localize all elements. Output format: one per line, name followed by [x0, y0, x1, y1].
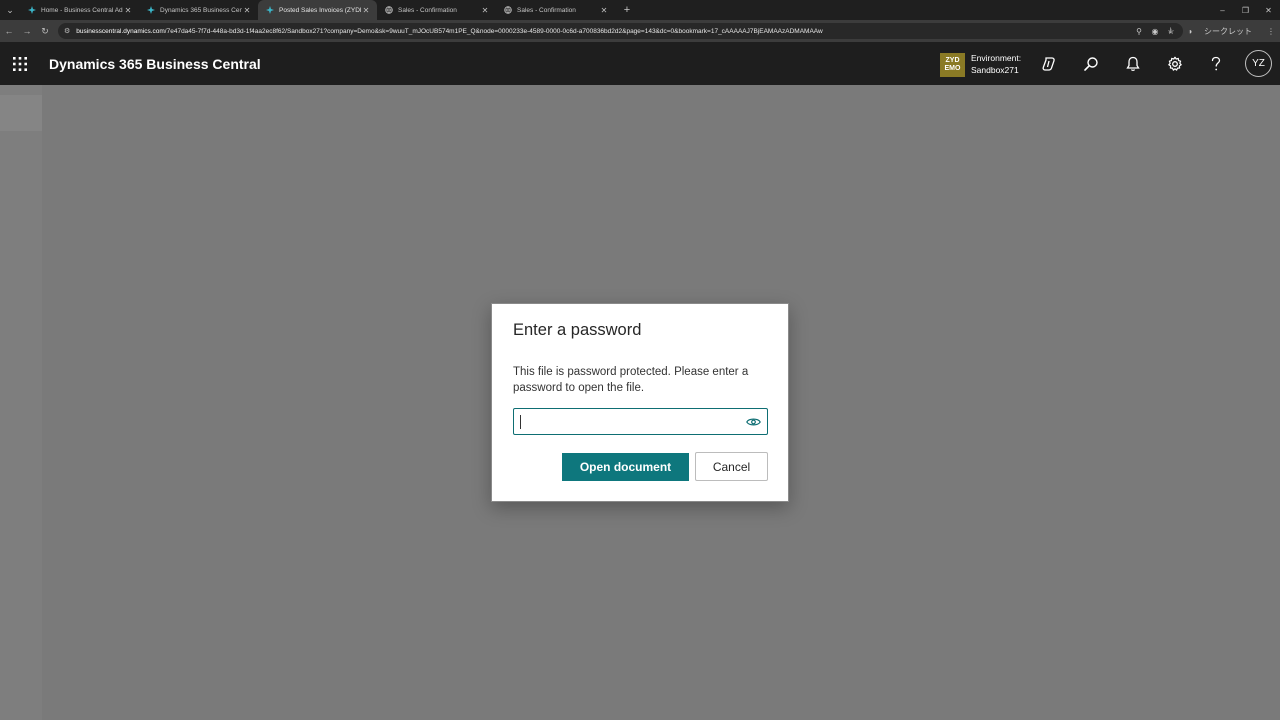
tab-label: Sales - Confirmation — [398, 6, 457, 14]
password-input[interactable] — [513, 408, 768, 435]
bc-icon — [266, 6, 274, 14]
browser-tab[interactable]: Sales - Confirmation ✕ — [496, 0, 615, 20]
browser-menu-icon[interactable]: ⋮ — [1262, 27, 1280, 36]
tab-label: Posted Sales Invoices (ZYDEMO — [279, 6, 361, 14]
browser-tab[interactable]: Home - Business Central Admin ✕ — [20, 0, 139, 20]
globe-icon — [385, 6, 393, 14]
url-host: businesscentral.dynamics.com — [76, 27, 165, 35]
show-password-eye-icon[interactable] — [745, 415, 761, 429]
incognito-icon: ◑ — [1187, 26, 1193, 36]
password-dialog: Enter a password This file is password p… — [491, 303, 789, 502]
url-text[interactable]: businesscentral.dynamics.com/7e47da45-7f… — [76, 28, 1131, 35]
cancel-button[interactable]: Cancel — [695, 452, 768, 481]
bc-icon — [147, 6, 155, 14]
dialog-message: This file is password protected. Please … — [513, 366, 749, 394]
site-info-icon[interactable]: ⚙ — [64, 27, 70, 35]
settings-gear-icon[interactable] — [1155, 42, 1195, 85]
tab-close-icon[interactable]: ✕ — [242, 6, 252, 15]
tab-label: Sales - Confirmation — [517, 6, 576, 14]
environment-badge-line2: EMO — [944, 65, 961, 72]
notifications-bell-icon[interactable] — [1113, 42, 1153, 85]
minimize-icon[interactable]: – — [1211, 0, 1234, 20]
incognito-indicator[interactable]: ◑ シークレット — [1177, 26, 1262, 37]
environment-name: Sandbox271 — [971, 65, 1019, 75]
eye-off-icon[interactable]: ◉ — [1147, 27, 1163, 36]
tab-label: Home - Business Central Admin — [41, 6, 123, 14]
copilot-icon[interactable] — [1029, 42, 1069, 85]
navigation-selected-item — [0, 95, 42, 131]
new-tab-icon[interactable]: + — [619, 4, 635, 16]
app-title[interactable]: Dynamics 365 Business Central — [49, 56, 261, 72]
zoom-icon[interactable]: ⚲ — [1131, 27, 1147, 36]
tab-search-chevron-icon[interactable]: ⌄ — [0, 0, 20, 20]
reload-icon[interactable]: ↻ — [36, 20, 54, 42]
tab-close-icon[interactable]: ✕ — [361, 6, 371, 15]
dialog-title: Enter a password — [513, 321, 642, 339]
browser-tab[interactable]: Sales - Confirmation ✕ — [377, 0, 496, 20]
restore-icon[interactable]: ❐ — [1234, 0, 1257, 20]
browser-tab-strip: ⌄ Home - Business Central Admin ✕ Dynami… — [0, 0, 1280, 20]
tab-close-icon[interactable]: ✕ — [599, 6, 609, 15]
navigation-strip — [0, 85, 42, 720]
environment-info[interactable]: Environment: Sandbox271 — [971, 52, 1021, 76]
app-launcher-icon[interactable] — [0, 42, 40, 85]
tab-close-icon[interactable]: ✕ — [480, 6, 490, 15]
bc-icon — [28, 6, 36, 14]
download-icon[interactable]: ⤓ — [1164, 26, 1178, 36]
search-icon[interactable] — [1071, 42, 1111, 85]
back-icon[interactable]: ← — [0, 20, 18, 42]
text-caret — [520, 415, 521, 429]
incognito-label: シークレット — [1204, 26, 1252, 36]
window-controls: – ❐ ✕ — [1211, 0, 1280, 20]
browser-tab-active[interactable]: Posted Sales Invoices (ZYDEMO ✕ — [258, 0, 377, 20]
environment-badge-line1: ZYD — [945, 57, 960, 64]
address-bar[interactable]: ⚙ businesscentral.dynamics.com/7e47da45-… — [58, 23, 1183, 39]
browser-toolbar: ← → ↻ ⚙ businesscentral.dynamics.com/7e4… — [0, 20, 1280, 42]
url-path: /7e47da45-7f7d-448a-bd3d-1f4aa2ec8f62/Sa… — [164, 27, 823, 35]
environment-badge[interactable]: ZYD EMO — [940, 53, 965, 77]
environment-label: Environment: — [971, 53, 1022, 63]
forward-icon[interactable]: → — [18, 20, 36, 42]
user-avatar[interactable]: YZ — [1245, 50, 1272, 77]
open-document-button[interactable]: Open document — [562, 453, 689, 481]
tab-label: Dynamics 365 Business Central — [160, 6, 242, 14]
globe-icon — [504, 6, 512, 14]
tab-close-icon[interactable]: ✕ — [123, 6, 133, 15]
browser-tab[interactable]: Dynamics 365 Business Central ✕ — [139, 0, 258, 20]
app-header: Dynamics 365 Business Central ZYD EMO En… — [0, 42, 1280, 85]
help-icon[interactable] — [1196, 42, 1236, 85]
window-close-icon[interactable]: ✕ — [1257, 0, 1280, 20]
browser-right-tools: ⤓ ◑ シークレット ⋮ — [1164, 20, 1280, 42]
